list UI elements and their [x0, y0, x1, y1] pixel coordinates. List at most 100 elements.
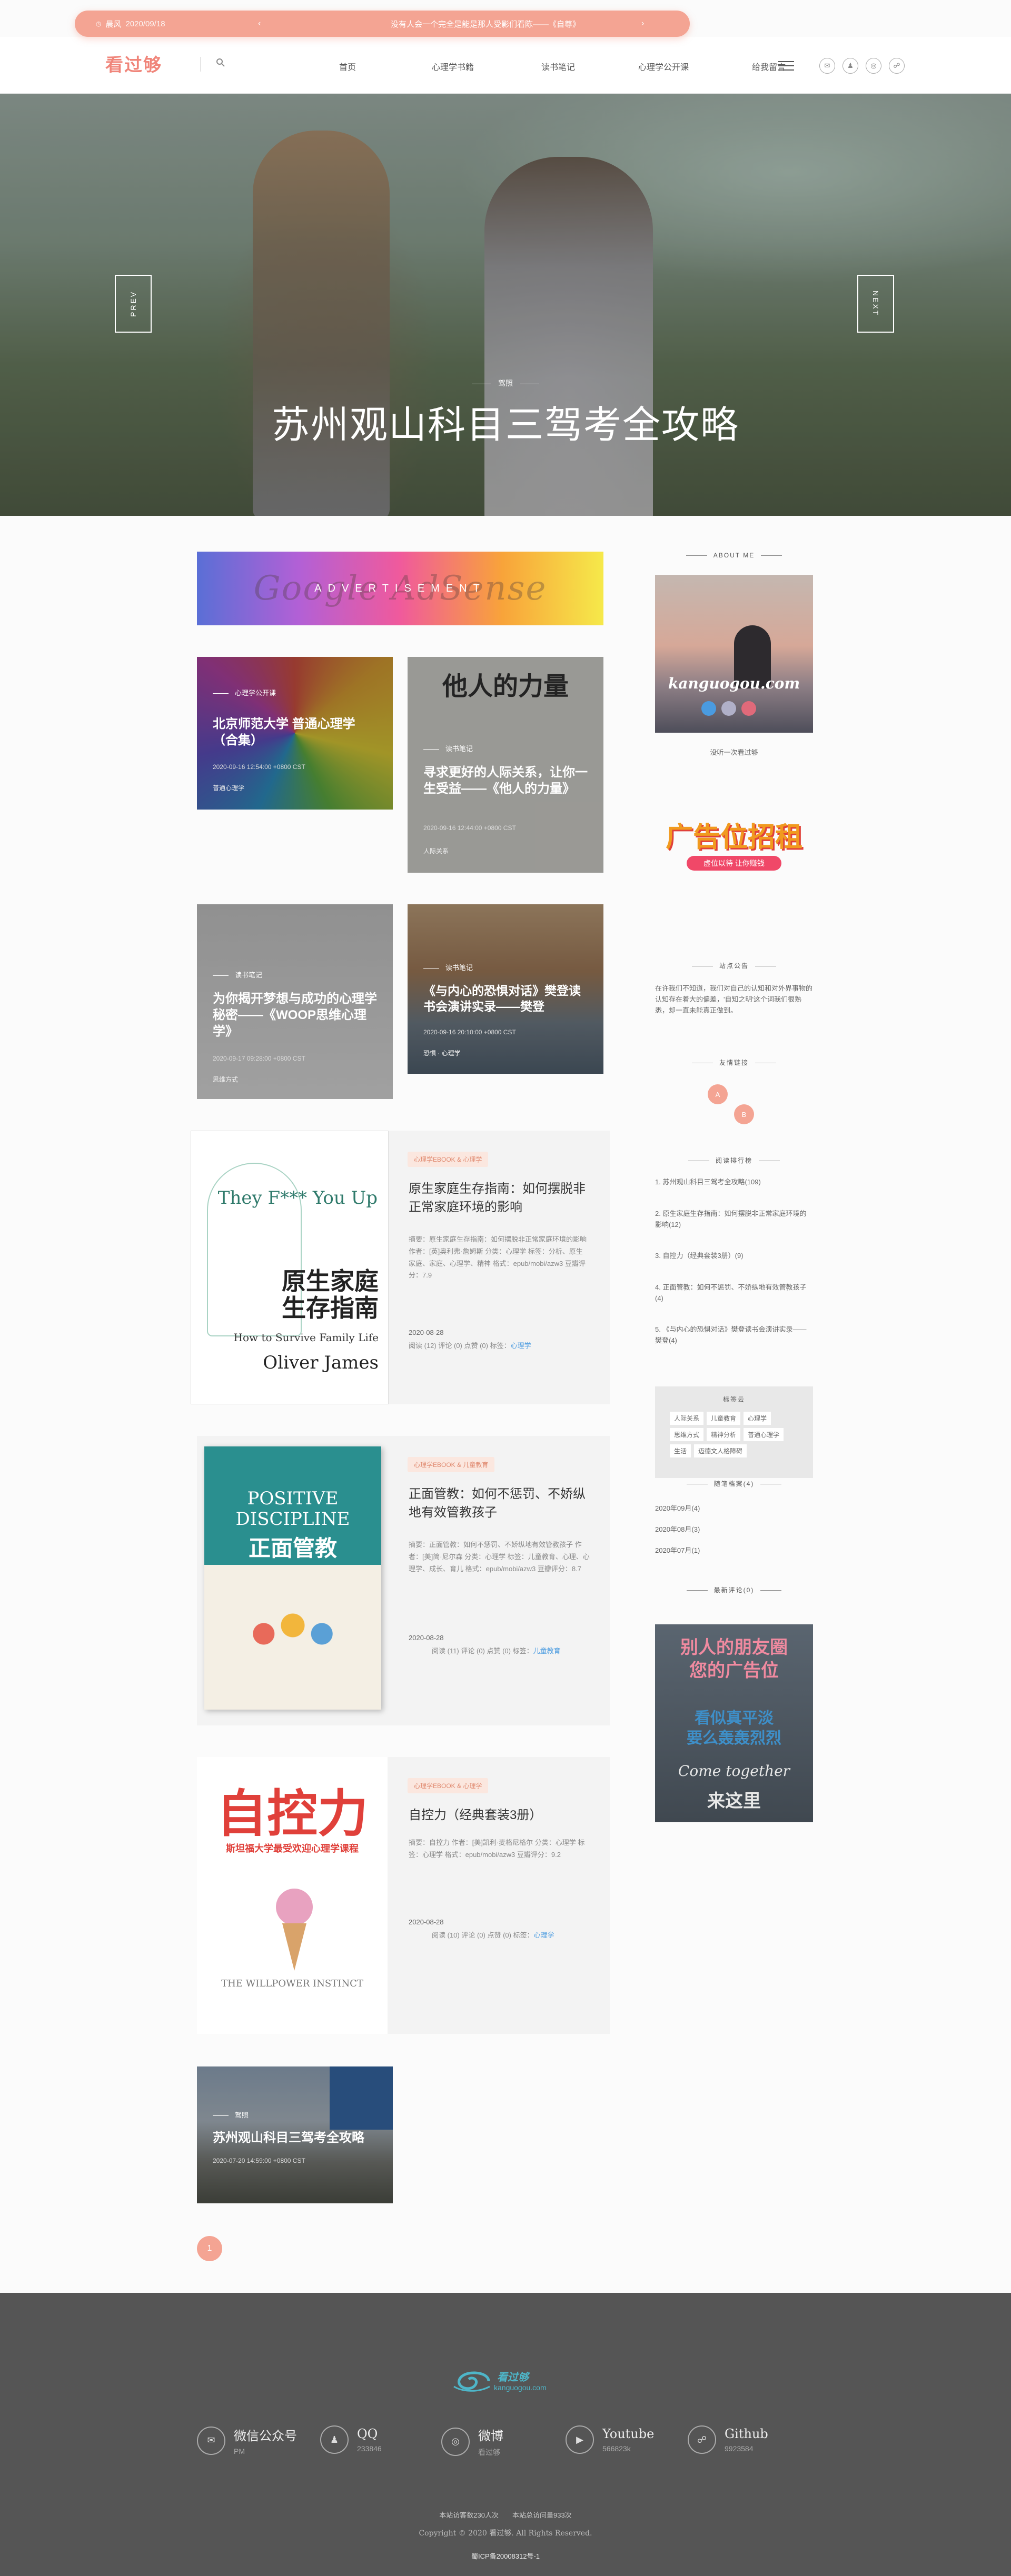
- footer-social-name: 微信公众号: [234, 2429, 297, 2443]
- book-post-card[interactable]: 自控力 斯坦福大学最受欢迎心理学课程 THE WILLPOWER INSTINC…: [197, 1757, 610, 2034]
- book-tags[interactable]: 心理学EBOOK & 心理学: [408, 1778, 489, 1793]
- nav-notes[interactable]: 读书笔记: [506, 60, 611, 73]
- nav-guestbook[interactable]: 给我留言: [716, 60, 821, 73]
- site-logo[interactable]: 看过够: [105, 51, 162, 76]
- book-post-card[interactable]: They F*** You Up 原生家庭 生存指南 How to Surviv…: [191, 1131, 610, 1404]
- qq-icon[interactable]: ♟: [843, 58, 858, 74]
- post-card[interactable]: 读书笔记 为你揭开梦想与成功的心理学秘密——《WOOP思维心理学》 2020-0…: [197, 904, 393, 1099]
- archive-item[interactable]: 2020年09月(4): [655, 1503, 813, 1514]
- nav-home[interactable]: 首页: [295, 60, 400, 73]
- book-cover[interactable]: 自控力 斯坦福大学最受欢迎心理学课程 THE WILLPOWER INSTINC…: [197, 1757, 388, 2034]
- card-title[interactable]: 为你揭开梦想与成功的心理学秘密——《WOOP思维心理学》: [213, 991, 377, 1040]
- card-title[interactable]: 北京师范大学 普通心理学（合集）: [213, 716, 377, 748]
- notice-message[interactable]: 没有人会一个完全是能是那人受影们看陈——《自尊》: [338, 18, 633, 29]
- card-title[interactable]: 《与内心的恐惧对话》樊登读书会演讲实录——樊登: [423, 983, 588, 1015]
- ad-banner[interactable]: Google AdSense ADVERTISEMENT: [197, 552, 603, 625]
- book-label-link[interactable]: 心理学: [511, 1342, 531, 1350]
- card-category[interactable]: 心理学公开课: [213, 687, 276, 697]
- friend-link[interactable]: B: [734, 1104, 754, 1124]
- book-post-card[interactable]: POSITIVE DISCIPLINE 正面管教 心理学EBOOK & 儿童教育…: [197, 1436, 610, 1725]
- book-tags[interactable]: 心理学EBOOK & 心理学: [408, 1152, 489, 1167]
- card-tag[interactable]: 人际关系: [423, 846, 449, 855]
- search-icon[interactable]: [216, 58, 226, 68]
- notice-next-icon[interactable]: ›: [641, 19, 644, 28]
- hero-title[interactable]: 苏州观山科目三驾考全攻略: [0, 394, 1011, 449]
- card-category[interactable]: 读书笔记: [213, 970, 262, 980]
- notice-prev-icon[interactable]: ‹: [258, 19, 261, 28]
- card-title[interactable]: 苏州观山科目三驾考全攻略: [213, 2130, 377, 2146]
- menu-icon[interactable]: [778, 61, 794, 71]
- sidebar-ad-image[interactable]: 广告位招租 虚位以待 让你赚钱: [666, 815, 802, 883]
- book-label-link[interactable]: 儿童教育: [533, 1647, 561, 1655]
- qq-icon[interactable]: [701, 701, 716, 716]
- post-card[interactable]: 驾照 苏州观山科目三驾考全攻略 2020-07-20 14:59:00 +080…: [197, 2066, 393, 2203]
- card-tag[interactable]: 恐惧 · 心理学: [423, 1049, 461, 1057]
- footer-icp[interactable]: 蜀ICP备20008312号-1: [0, 2551, 1011, 2561]
- book-cover[interactable]: They F*** You Up 原生家庭 生存指南 How to Surviv…: [191, 1131, 389, 1404]
- book-title[interactable]: 自控力（经典套装3册）: [409, 1806, 593, 1825]
- card-title[interactable]: 寻求更好的人际关系，让你一生受益——《他人的力量》: [423, 764, 588, 797]
- tag-chip[interactable]: 精神分析: [707, 1428, 741, 1441]
- hero-category[interactable]: 驾照: [0, 378, 1011, 388]
- card-category[interactable]: 读书笔记: [423, 743, 473, 753]
- cover-title-3: THE WILLPOWER INSTINCT: [221, 1978, 363, 1989]
- card-meta: 2020-07-20 14:59:00 +0800 CST: [213, 2157, 305, 2164]
- footer-stats: 本站访客数230人次 本站总访问量933次: [439, 2511, 572, 2519]
- tag-chip[interactable]: 儿童教育: [707, 1412, 741, 1425]
- nav-books[interactable]: 心理学书籍: [400, 60, 506, 73]
- sidebar-notice-text: 在许我们不知道，我们对自己的认知和对外界事物的认知存在着大的偏差，'自知之明'这…: [655, 984, 813, 1014]
- slider-prev-button[interactable]: PREV: [115, 275, 152, 333]
- cover-title-2: 生存指南: [282, 1294, 379, 1322]
- footer-social-qq[interactable]: ♟ QQ 233846: [320, 2425, 382, 2454]
- book-label-link[interactable]: 心理学: [534, 1931, 554, 1939]
- card-tag[interactable]: 思维方式: [213, 1075, 238, 1084]
- sidebar-ad2[interactable]: 别人的朋友圈 您的广告位 看似真平淡 要么轰轰烈烈 Come together …: [655, 1624, 813, 1822]
- book-desc: 摘要：原生家庭生存指南：如何摆脱非正常家庭环境的影响 作者：[英]奥利弗·詹姆斯…: [409, 1235, 587, 1280]
- github-icon[interactable]: ☍: [889, 58, 905, 74]
- footer-social-sub: 233846: [357, 2444, 382, 2453]
- tag-chip[interactable]: 心理学: [744, 1412, 771, 1425]
- archive-item[interactable]: 2020年08月(3): [655, 1524, 813, 1535]
- card-category[interactable]: 读书笔记: [423, 962, 473, 972]
- footer-social-wechat[interactable]: ✉ 微信公众号 PM: [197, 2425, 297, 2455]
- book-title[interactable]: 原生家庭生存指南：如何摆脱非正常家庭环境的影响: [409, 1180, 588, 1217]
- reading-item[interactable]: 4. 正面管教：如何不惩罚、不娇纵地有效管教孩子(4): [655, 1282, 813, 1304]
- tag-chip[interactable]: 普通心理学: [744, 1428, 784, 1441]
- friend-link[interactable]: A: [708, 1084, 728, 1104]
- book-tags[interactable]: 心理学EBOOK & 儿童教育: [408, 1457, 495, 1472]
- book-title[interactable]: 正面管教：如何不惩罚、不娇纵地有效管教孩子: [409, 1485, 593, 1522]
- weibo-icon[interactable]: ◎: [866, 58, 881, 74]
- tag-chip[interactable]: 人际关系: [670, 1412, 704, 1425]
- ad-label: ADVERTISEMENT: [314, 582, 486, 594]
- post-card[interactable]: 读书笔记 《与内心的恐惧对话》樊登读书会演讲实录——樊登 2020-09-16 …: [408, 904, 603, 1074]
- ad2-line2: 您的广告位: [689, 1661, 779, 1681]
- reading-item[interactable]: 1. 苏州观山科目三驾考全攻略(109): [655, 1177, 813, 1188]
- book-date: 2020-08-28: [409, 1329, 444, 1336]
- sidebar-notice-heading: 站点公告: [655, 961, 813, 970]
- tag-chip[interactable]: 生活: [670, 1444, 691, 1457]
- slider-next-button[interactable]: NEXT: [857, 275, 894, 333]
- wechat-icon[interactable]: [721, 701, 736, 716]
- footer-social-weibo[interactable]: ◎ 微博 看过够: [441, 2425, 503, 2458]
- reading-item[interactable]: 5. 《与内心的恐惧对话》樊登读书会演讲实录——樊登(4): [655, 1324, 813, 1346]
- book-cover[interactable]: POSITIVE DISCIPLINE 正面管教: [204, 1446, 381, 1710]
- tag-chip[interactable]: 迈德文人格障碍: [694, 1444, 747, 1457]
- nav-courses[interactable]: 心理学公开课: [611, 60, 716, 73]
- reading-item[interactable]: 2. 原生家庭生存指南：如何摆脱非正常家庭环境的影响(12): [655, 1209, 813, 1231]
- tag-chip[interactable]: 思维方式: [670, 1428, 704, 1441]
- book-desc: 摘要：正面管教：如何不惩罚、不娇纵地有效管教孩子 作者：[美]简·尼尔森 分类：…: [409, 1541, 590, 1573]
- footer-social-youtube[interactable]: ▶ Youtube 566823k: [566, 2425, 654, 2454]
- weibo-icon[interactable]: [741, 701, 756, 716]
- reading-item[interactable]: 3. 自控力（经典套装3册）(9): [655, 1251, 813, 1262]
- footer-logo[interactable]: 看过够 kanguogou.com: [452, 2365, 562, 2397]
- wechat-icon[interactable]: ✉: [819, 58, 835, 74]
- post-card[interactable]: 他人的力量 读书笔记 寻求更好的人际关系，让你一生受益——《他人的力量》 202…: [408, 657, 603, 873]
- pagination-page-1[interactable]: 1: [197, 2236, 222, 2261]
- archive-item[interactable]: 2020年07月(1): [655, 1545, 813, 1556]
- book-date: 2020-08-28: [409, 1918, 444, 1926]
- post-card[interactable]: 心理学公开课 北京师范大学 普通心理学（合集） 2020-09-16 12:54…: [197, 657, 393, 810]
- footer-social-github[interactable]: ☍ Github 9923584: [688, 2425, 768, 2454]
- card-tag[interactable]: 普通心理学: [213, 783, 244, 792]
- footer-social-name: QQ: [357, 2427, 378, 2441]
- card-category[interactable]: 驾照: [213, 2110, 249, 2120]
